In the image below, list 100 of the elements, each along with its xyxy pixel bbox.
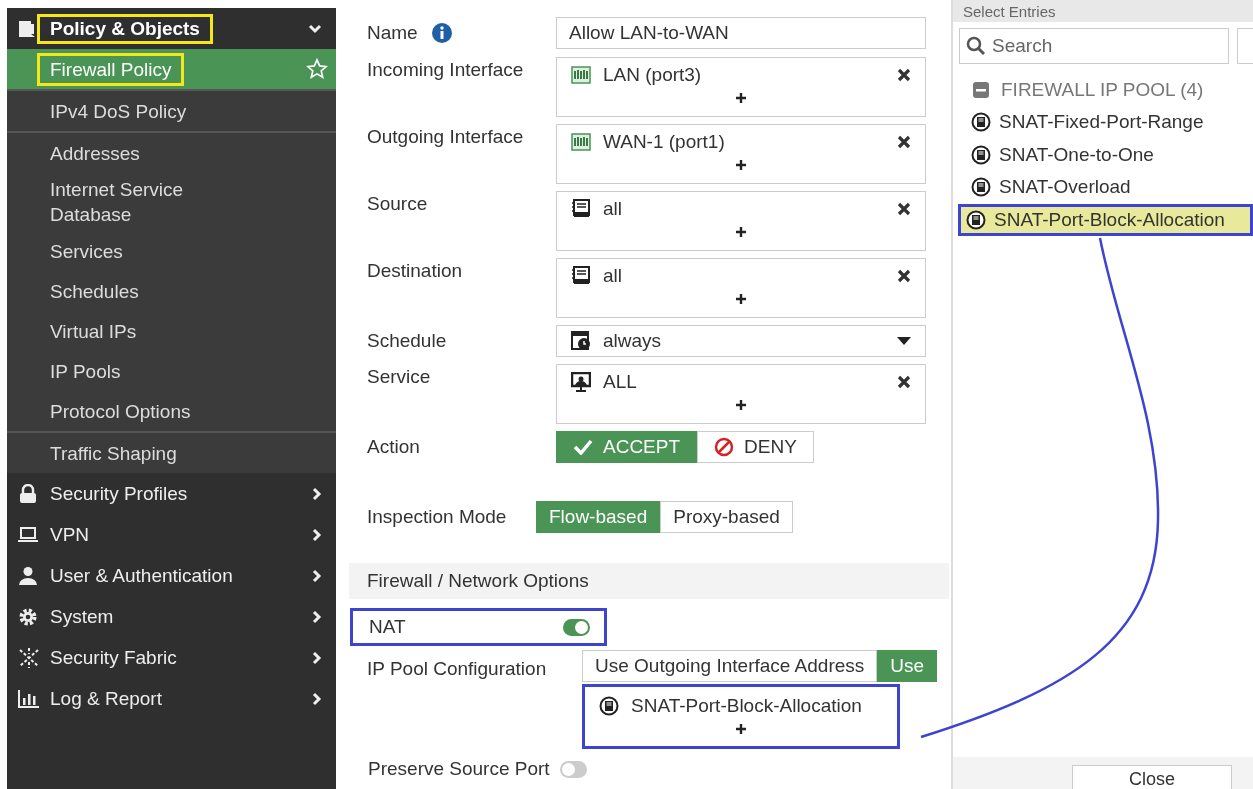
schedule-dropdown[interactable]: always	[556, 325, 926, 357]
field-label: Name	[367, 22, 418, 44]
user-icon	[18, 565, 38, 586]
field-label: Service	[367, 366, 431, 388]
port-icon	[571, 66, 591, 84]
entry-field[interactable]: all	[556, 258, 926, 318]
search-field[interactable]: Search	[959, 28, 1229, 64]
sidebar-item[interactable]: Schedules	[7, 271, 336, 311]
group-header[interactable]: FIREWALL IP POOL (4)	[953, 74, 1253, 106]
add-icon[interactable]	[735, 159, 747, 171]
item-label: Firewall Policy	[37, 52, 185, 86]
sidebar-item[interactable]: Virtual IPs	[7, 311, 336, 351]
lock-icon	[18, 483, 38, 504]
sidebar-section[interactable]: VPN	[7, 514, 336, 555]
address-book-icon	[571, 266, 591, 286]
sidebar-item[interactable]: IPv4 DoS Policy	[7, 91, 336, 131]
sidebar-item[interactable]: IP Pools	[7, 351, 336, 391]
option-button[interactable]: Use Outgoing Interface Address	[582, 650, 878, 682]
field-label: Outgoing Interface	[367, 126, 524, 148]
chevron-right-icon	[312, 609, 322, 624]
item-label: Internet Service Database	[50, 178, 185, 227]
field-label: Destination	[367, 260, 463, 282]
entry-text: ALL	[603, 371, 637, 393]
pool-entry[interactable]: SNAT-Fixed-Port-Range	[953, 106, 1253, 139]
field-label: Source	[367, 193, 428, 215]
toggle-switch[interactable]	[563, 618, 590, 636]
item-label: Protocol Options	[50, 399, 191, 424]
option-button[interactable]: DENY	[697, 431, 814, 463]
field-label: NAT	[369, 616, 407, 638]
field-label: IP Pool Configuration	[367, 658, 547, 680]
remove-icon[interactable]	[897, 202, 911, 216]
item-label: Addresses	[50, 141, 140, 166]
star-icon[interactable]	[306, 58, 328, 80]
section-label: Policy & Objects	[37, 13, 213, 44]
sidebar-section[interactable]: Security Profiles	[7, 473, 336, 514]
entry-text: always	[603, 330, 662, 352]
sidebar-item[interactable]: Services	[7, 231, 336, 271]
pool-entry[interactable]: SNAT-One-to-One	[953, 138, 1253, 171]
remove-icon[interactable]	[897, 375, 911, 389]
sidebar-section[interactable]: Log & Report	[7, 678, 336, 719]
sidebar-section[interactable]: Security Fabric	[7, 637, 336, 678]
add-icon[interactable]	[735, 226, 747, 238]
sidebar-section[interactable]: Policy & Objects	[7, 8, 336, 49]
item-label: Virtual IPs	[50, 319, 137, 344]
item-label: IPv4 DoS Policy	[50, 99, 187, 124]
entry-field[interactable]: LAN (port3)	[556, 57, 926, 117]
name-field[interactable]: Allow LAN-to-WAN	[556, 17, 926, 49]
option-button[interactable]: Flow-based	[536, 501, 661, 533]
option-button[interactable]: Proxy-based	[660, 501, 793, 533]
section-label: Security Fabric	[50, 646, 178, 669]
ban-icon	[714, 437, 735, 457]
entry-field[interactable]: WAN-1 (port1)	[556, 124, 926, 184]
field-label: Incoming Interface	[367, 59, 524, 81]
pool-entry[interactable]: SNAT-Port-Block-Allocation	[958, 203, 1253, 236]
port-icon	[571, 133, 591, 151]
entry-field[interactable]: SNAT-Port-Block-Allocation	[582, 684, 900, 749]
pool-icon	[599, 696, 619, 716]
sidebar-item[interactable]: Firewall Policy	[7, 49, 336, 89]
sidebar-section[interactable]: User & Authentication	[7, 555, 336, 596]
sidebar-item[interactable]: Traffic Shaping	[7, 433, 336, 473]
add-icon[interactable]	[735, 723, 747, 735]
item-label: Schedules	[50, 279, 139, 304]
add-icon[interactable]	[735, 399, 747, 411]
field-label: Action	[367, 436, 420, 458]
section-label: User & Authentication	[50, 564, 234, 587]
entry-text: all	[603, 265, 622, 287]
close-button[interactable]: Close	[1072, 765, 1232, 789]
search-icon	[966, 36, 986, 56]
pool-icon	[971, 112, 991, 133]
chevron-down-icon	[308, 23, 322, 34]
chevron-right-icon	[312, 527, 322, 542]
entry-field[interactable]: all	[556, 191, 926, 251]
entry-text: WAN-1 (port1)	[603, 131, 725, 153]
check-icon	[573, 439, 593, 455]
bar-chart-icon	[18, 689, 40, 708]
field-label: Inspection Mode	[367, 506, 507, 528]
calendar-clock-icon	[571, 331, 591, 351]
sidebar-item[interactable]: Protocol Options	[7, 391, 336, 431]
entry-text: SNAT-Port-Block-Allocation	[631, 695, 862, 717]
add-icon[interactable]	[735, 293, 747, 305]
pool-icon	[966, 209, 986, 230]
add-icon[interactable]	[735, 92, 747, 104]
entry-field[interactable]: ALL	[556, 364, 926, 424]
chevron-right-icon	[312, 650, 322, 665]
info-icon[interactable]	[431, 23, 452, 43]
sidebar-item[interactable]: Addresses	[7, 133, 336, 173]
section-header: Firewall / Network Options	[349, 563, 949, 599]
entry-text: all	[603, 198, 622, 220]
option-button[interactable]: Use	[877, 650, 938, 682]
option-button[interactable]: ACCEPT	[556, 431, 698, 463]
field-label: Preserve Source Port	[368, 758, 550, 780]
remove-icon[interactable]	[897, 269, 911, 283]
sidebar-section[interactable]: System	[7, 596, 336, 637]
address-book-icon	[571, 199, 591, 219]
chevron-right-icon	[312, 486, 322, 501]
remove-icon[interactable]	[897, 68, 911, 82]
field-label: Schedule	[367, 330, 447, 352]
sidebar-item[interactable]: Internet Service Database	[7, 173, 336, 231]
remove-icon[interactable]	[897, 135, 911, 149]
pool-entry[interactable]: SNAT-Overload	[953, 171, 1253, 204]
